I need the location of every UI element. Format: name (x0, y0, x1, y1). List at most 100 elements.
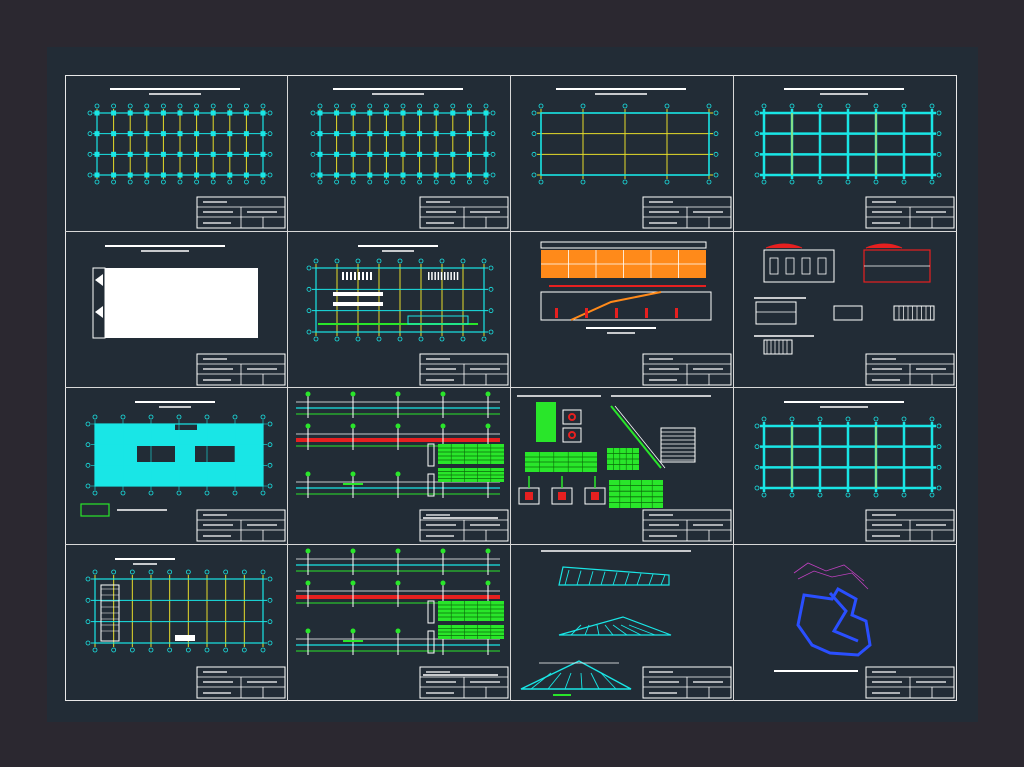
truss-web (576, 569, 582, 585)
grid-bubble (177, 179, 183, 185)
column-marker (367, 151, 373, 157)
grid-bubble (483, 179, 489, 185)
drawing-content (80, 401, 273, 517)
drawing-sheet-upper-framing-plan[interactable] (734, 388, 957, 545)
grid-bubble (845, 103, 851, 109)
grid-bubble (873, 179, 879, 185)
column-marker (227, 172, 233, 178)
drawing-sheet-roof-framing-plan[interactable] (734, 75, 957, 232)
grid-bubble (85, 597, 91, 603)
column-marker (144, 131, 150, 137)
node-marker (395, 391, 401, 397)
drawing-sheet-beam-layout-plan[interactable] (511, 75, 734, 232)
drawing-sheet-beam-reinforcement-details-1[interactable] (288, 388, 511, 545)
drawing-sheet-column-layout-plan[interactable] (288, 75, 511, 232)
grid-bubble (713, 110, 719, 116)
column-marker (127, 131, 133, 137)
drawing-sheet-elevation-and-section[interactable] (511, 231, 734, 388)
grid-bubble (317, 103, 323, 109)
facade-pediment (765, 243, 803, 248)
schedule-table (438, 444, 504, 464)
grid-bubble (466, 179, 472, 185)
grid-bubble (355, 258, 361, 263)
column-marker (94, 110, 100, 116)
grid-bubble (87, 110, 93, 116)
drawing-sheet-facade-details[interactable] (734, 232, 957, 388)
grid-bubble (227, 103, 233, 109)
grid-bubble (754, 131, 760, 137)
room-row (407, 315, 469, 324)
column-marker (433, 110, 439, 116)
sheet-drawing (754, 243, 955, 385)
column-marker (417, 110, 423, 116)
grid-bubble (85, 576, 91, 581)
grid-bubble (761, 492, 767, 498)
drawing-content (310, 88, 496, 185)
column-marker (483, 151, 489, 157)
column-schedule (536, 402, 556, 442)
column-marker (466, 172, 472, 178)
grid-bubble (267, 640, 273, 645)
drawing-sheet-foundation-plan[interactable] (65, 75, 288, 232)
partition-wall (333, 291, 383, 296)
grid-bubble (204, 490, 210, 496)
grid-bubble (817, 179, 823, 185)
drawing-sheet-beam-reinforcement-details-2[interactable] (288, 544, 511, 701)
column-marker (466, 110, 472, 116)
grid-bubble (367, 103, 373, 109)
drawing-sheet-slab-plan[interactable] (65, 388, 288, 545)
grid-bubble (92, 490, 98, 496)
column-marker (144, 172, 150, 178)
footing-core (525, 492, 533, 500)
drawing-content (296, 391, 504, 519)
node-marker (305, 580, 311, 585)
column-marker (483, 131, 489, 137)
door-mark (447, 271, 449, 280)
grid-bubble (92, 569, 98, 574)
column-marker (317, 172, 323, 178)
door-mark (366, 271, 368, 280)
grid-bubble (317, 179, 323, 185)
grid-bubble (817, 492, 823, 498)
column-marker (177, 172, 183, 178)
front-facade (763, 249, 835, 282)
grid-bubble (161, 103, 166, 109)
drawing-sheet-architectural-floor-plan[interactable] (288, 231, 511, 388)
grid-bubble (223, 647, 229, 652)
drawing-sheet-second-floor-plan[interactable] (65, 544, 288, 701)
grid-bubble (87, 131, 93, 137)
door-mark (444, 271, 446, 280)
grid-bubble (85, 462, 91, 468)
door-mark (370, 271, 372, 280)
grid-bubble (845, 179, 851, 185)
column-marker (367, 110, 373, 116)
column-marker (160, 172, 166, 178)
column-marker (227, 110, 233, 116)
grid-bubble (232, 414, 238, 420)
grid-bubble (754, 444, 760, 450)
drawing-sheet-location-plan[interactable] (734, 545, 957, 702)
drawing-content (296, 548, 504, 676)
grid-bubble (334, 258, 340, 263)
column-marker (350, 110, 356, 116)
grid-bubble (936, 464, 942, 470)
grid-bubble (845, 492, 851, 498)
drawing-sheet-column-and-stair-details[interactable] (511, 388, 734, 545)
grid-bubble (204, 647, 210, 652)
grid-bubble (664, 179, 670, 185)
drawing-sheet-roof-truss-details[interactable] (511, 544, 734, 701)
node-marker (440, 423, 446, 429)
drawing-sheet-site-plan[interactable] (65, 231, 288, 388)
column-marker (383, 172, 389, 178)
grid-bubble (232, 490, 238, 496)
column-marker (317, 151, 323, 157)
column-marker (450, 110, 456, 116)
sheet-drawing (85, 557, 286, 698)
grid-bubble (929, 103, 935, 109)
drawing-content (754, 88, 942, 185)
column-marker (227, 151, 233, 157)
column-marker (127, 110, 133, 116)
grid-bubble (664, 103, 670, 109)
column-marker (433, 172, 439, 178)
grid-bubble (384, 179, 389, 185)
